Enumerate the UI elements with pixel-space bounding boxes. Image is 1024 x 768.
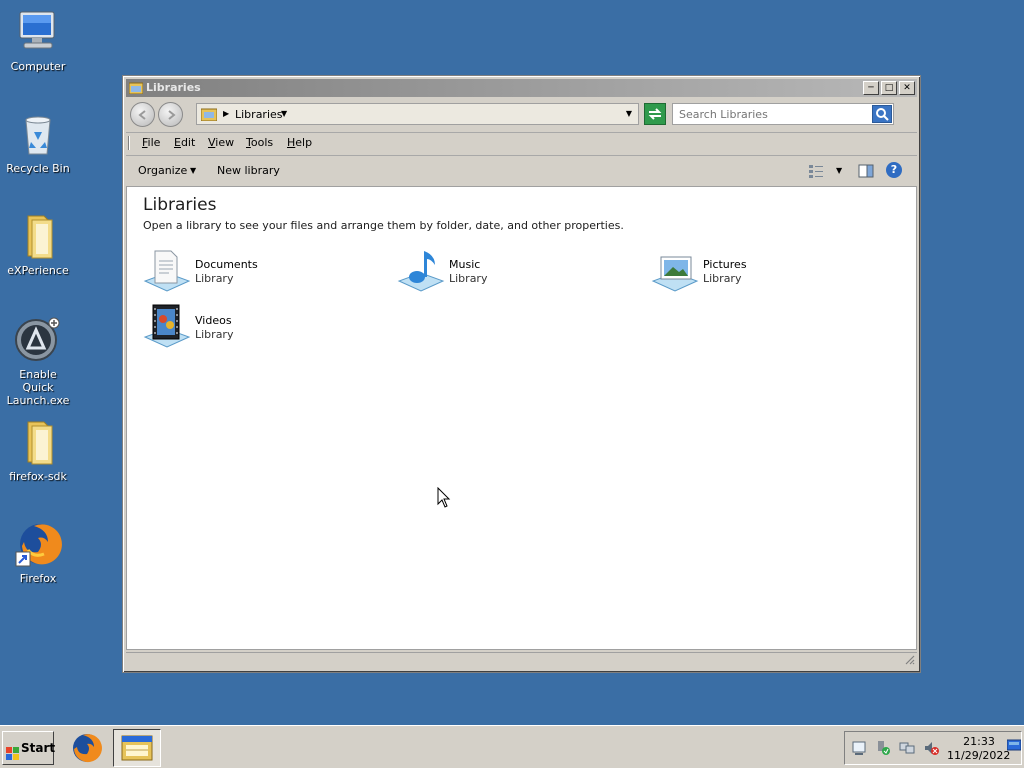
breadcrumb-libraries[interactable]: Libraries — [235, 108, 283, 121]
pictures-library-icon — [651, 247, 699, 295]
desktop-icon-computer[interactable]: Computer — [4, 8, 72, 73]
firefox-icon — [14, 520, 62, 568]
library-item-music[interactable]: Music Library — [397, 247, 627, 297]
desktop-icon-label: firefox-sdk — [9, 470, 67, 483]
page-subtitle: Open a library to see your files and arr… — [143, 219, 624, 232]
search-box[interactable] — [672, 103, 894, 125]
minimize-button[interactable]: ─ — [863, 81, 879, 95]
menu-bar: File Edit View Tools Help — [126, 132, 917, 152]
back-arrow-icon — [138, 110, 146, 120]
network-notification-icon[interactable] — [851, 740, 867, 756]
refresh-icon — [648, 108, 662, 120]
library-type: Library — [449, 272, 488, 285]
folder-icon — [14, 212, 62, 260]
libraries-folder-icon — [200, 107, 218, 124]
close-button[interactable]: ✕ — [899, 81, 915, 95]
address-row: ▶ Libraries ▼ ▼ — [126, 100, 917, 128]
libraries-folder-icon — [128, 81, 144, 95]
change-view-icon[interactable] — [808, 163, 824, 182]
resize-grip-icon[interactable] — [903, 653, 915, 668]
start-button[interactable]: Start — [2, 731, 56, 768]
library-name: Documents — [195, 258, 258, 271]
desktop-icon-label: Recycle Bin — [6, 162, 70, 175]
computer-icon — [14, 8, 62, 56]
breadcrumb-chevron-icon[interactable]: ▼ — [281, 109, 287, 118]
windows-flag-icon — [6, 741, 20, 768]
firefox-icon — [73, 734, 102, 763]
page-title: Libraries — [143, 195, 217, 215]
windows-explorer-icon — [121, 735, 153, 761]
quick-launch-icon — [14, 316, 62, 364]
mouse-cursor-icon — [437, 486, 451, 512]
breadcrumb-separator-icon[interactable]: ▶ — [223, 109, 229, 118]
maximize-button[interactable]: □ — [881, 81, 897, 95]
desktop-icon-firefox-sdk[interactable]: firefox-sdk — [4, 418, 72, 483]
help-icon[interactable]: ? — [886, 162, 902, 178]
search-button[interactable] — [872, 105, 892, 123]
library-type: Library — [703, 272, 742, 285]
recycle-bin-icon — [14, 110, 62, 158]
library-name: Pictures — [703, 258, 747, 271]
preview-pane-icon[interactable] — [858, 163, 874, 182]
safely-remove-hardware-icon[interactable] — [875, 740, 891, 756]
menu-help[interactable]: Help — [287, 136, 312, 149]
search-input[interactable] — [673, 104, 873, 124]
library-item-documents[interactable]: Documents Library — [143, 247, 373, 297]
desktop-icon-enable-quick-launch[interactable]: Enable Quick Launch.exe — [4, 316, 72, 407]
music-library-icon — [397, 247, 445, 295]
clock-date[interactable]: 11/29/2022 — [947, 749, 1010, 762]
command-bar: Organize ▼ New library ▼ ? — [126, 155, 917, 185]
documents-library-icon — [143, 247, 191, 295]
window-title: Libraries — [146, 81, 201, 94]
network-status-icon[interactable] — [899, 740, 915, 756]
back-button[interactable] — [130, 102, 155, 127]
desktop-icon-label: eXPerience — [7, 264, 69, 277]
system-tray: 21:33 11/29/2022 — [844, 731, 1022, 765]
taskbar-firefox-button[interactable] — [70, 731, 104, 765]
library-name: Videos — [195, 314, 232, 327]
status-bar — [126, 652, 917, 670]
desktop-icon-label: Firefox — [19, 572, 57, 585]
show-desktop-icon[interactable] — [1006, 738, 1022, 752]
menu-view[interactable]: View — [208, 136, 234, 149]
window-titlebar[interactable]: Libraries ─ □ ✕ — [126, 79, 917, 97]
menu-grip — [128, 136, 130, 150]
library-item-pictures[interactable]: Pictures Library — [651, 247, 881, 297]
menu-edit[interactable]: Edit — [174, 136, 195, 149]
clock-time[interactable]: 21:33 — [961, 735, 997, 748]
desktop-icon-experience[interactable]: eXPerience — [4, 212, 72, 277]
address-history-dropdown-icon[interactable]: ▼ — [626, 109, 632, 118]
desktop-icon-label: Enable Quick Launch.exe — [6, 368, 70, 407]
menu-tools[interactable]: Tools — [246, 136, 273, 149]
forward-button[interactable] — [158, 102, 183, 127]
library-item-videos[interactable]: Videos Library — [143, 303, 373, 353]
menu-file[interactable]: File — [142, 136, 160, 149]
volume-muted-icon[interactable] — [923, 740, 939, 756]
search-icon — [876, 108, 889, 121]
taskbar-explorer-button[interactable] — [113, 729, 161, 767]
forward-arrow-icon — [168, 110, 176, 120]
desktop-icon-label: Computer — [10, 60, 66, 73]
organize-button[interactable]: Organize — [138, 164, 187, 177]
library-type: Library — [195, 328, 234, 341]
content-pane: Libraries Open a library to see your fil… — [126, 186, 917, 650]
videos-library-icon — [143, 303, 191, 351]
explorer-window: Libraries ─ □ ✕ ▶ Libraries ▼ ▼ Search L… — [122, 75, 921, 673]
refresh-button[interactable] — [644, 103, 666, 125]
library-name: Music — [449, 258, 481, 271]
folder-icon — [14, 418, 62, 466]
view-options-dropdown-icon[interactable]: ▼ — [836, 166, 842, 175]
library-type: Library — [195, 272, 234, 285]
organize-dropdown-icon[interactable]: ▼ — [190, 166, 196, 175]
desktop-icon-recycle-bin[interactable]: Recycle Bin — [4, 110, 72, 175]
desktop-icon-firefox[interactable]: Firefox — [4, 520, 72, 585]
new-library-button[interactable]: New library — [217, 164, 280, 177]
address-bar[interactable]: ▶ Libraries ▼ ▼ — [196, 103, 639, 125]
taskbar: Start 21:33 11/29/2022 — [0, 725, 1024, 768]
start-label: Start — [21, 741, 56, 755]
